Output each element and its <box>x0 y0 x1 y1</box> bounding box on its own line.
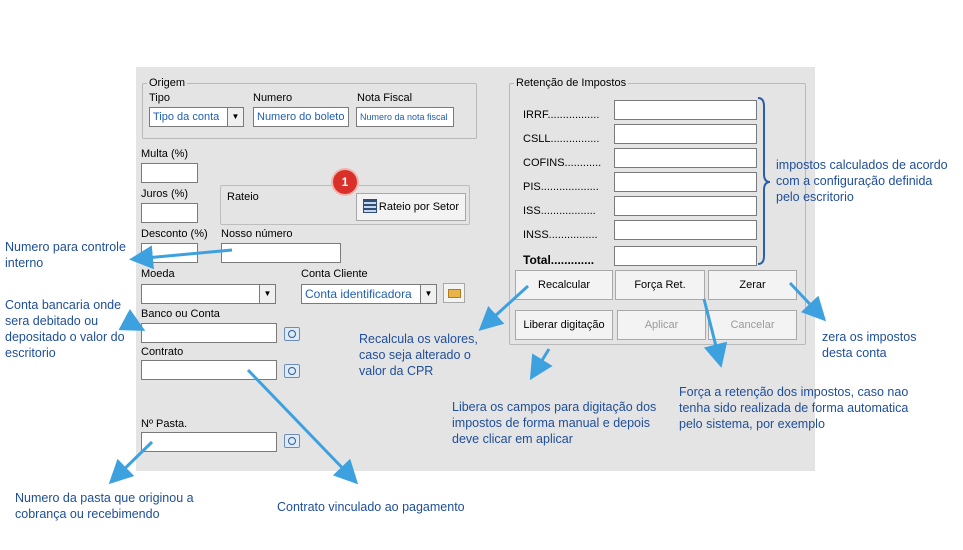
annotation-numero-controle: Numero para controle interno <box>5 240 126 270</box>
annotation-arrows <box>108 245 827 485</box>
annotation-zera: zera os impostos desta conta <box>822 330 917 360</box>
annotation-conta-bancaria: Conta bancaria onde sera debitado ou dep… <box>5 298 125 360</box>
annotation-impostos: impostos calculados de acordo com a conf… <box>776 158 948 204</box>
annotation-libera: Libera os campos para digitação dos impo… <box>452 400 657 446</box>
annotation-forca: Força a retenção dos impostos, caso nao … <box>679 385 909 431</box>
annotation-recalcula: Recalcula os valores, caso seja alterado… <box>359 332 478 378</box>
annotation-contrato: Contrato vinculado ao pagamento <box>277 500 465 514</box>
annotation-pasta: Numero da pasta que originou a cobrança … <box>15 491 194 521</box>
